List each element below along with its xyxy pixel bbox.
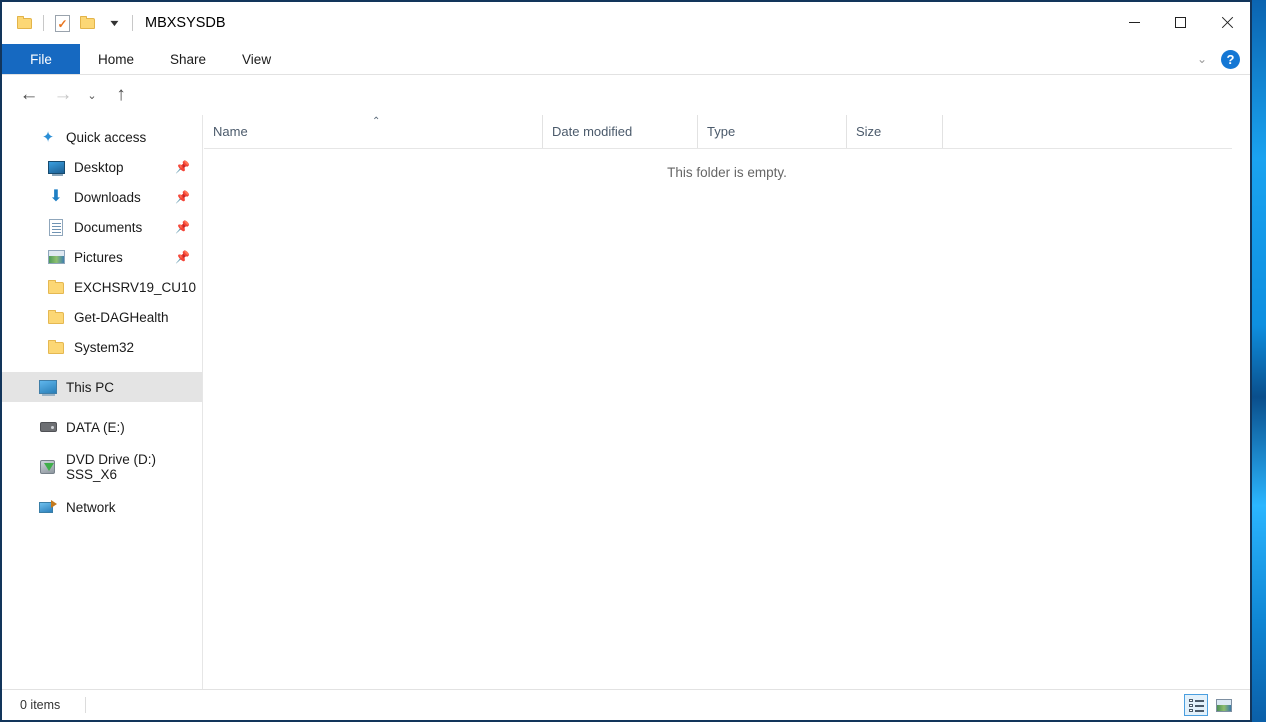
tab-home[interactable]: Home [80, 44, 152, 74]
tab-file[interactable]: File [2, 44, 80, 74]
sidebar-item-quick-access[interactable]: ✦ Quick access [2, 122, 202, 152]
qat-separator-1 [43, 15, 44, 31]
sidebar-item-this-pc[interactable]: This PC [2, 372, 202, 402]
star-icon: ✦ [41, 129, 55, 146]
downloads-icon: ⬇ [49, 188, 63, 205]
column-header-size[interactable]: Size [847, 115, 943, 148]
recent-locations-icon[interactable]: ⌄ [80, 78, 104, 112]
details-view-button[interactable] [1184, 694, 1208, 716]
ribbon-right-controls: ⌄ ? [1193, 44, 1246, 74]
column-headers: ⌃ Name Date modified Type Size [204, 115, 1250, 149]
details-view-icon [1188, 698, 1204, 712]
sidebar-item-dvd-drive-d[interactable]: DVD Drive (D:) SSS_X6 [2, 452, 202, 482]
sidebar-item-label: DVD Drive (D:) SSS_X6 [66, 452, 156, 482]
column-header-name[interactable]: ⌃ Name [204, 115, 543, 148]
column-label: Date modified [552, 124, 633, 139]
properties-icon[interactable]: ✓ [49, 10, 75, 36]
new-folder-icon[interactable] [75, 10, 101, 36]
sidebar-item-label: DATA (E:) [66, 419, 125, 435]
expand-ribbon-icon[interactable]: ⌄ [1193, 52, 1211, 66]
status-bar: 0 items [2, 689, 1250, 720]
sidebar-item-desktop[interactable]: Desktop 📌 [2, 152, 202, 182]
column-label: Size [856, 124, 882, 139]
sidebar-item-label: Pictures [74, 249, 123, 265]
this-pc-icon [38, 377, 58, 397]
navigation-buttons: ← → ⌄ ↑ [12, 75, 138, 115]
column-header-type[interactable]: Type [698, 115, 847, 148]
address-bar-row: ← → ⌄ ↑ E:\MBXSYSDB ⌄ ↻ Search MBXSYSDB … [2, 75, 1250, 186]
window-title: MBXSYSDB [145, 15, 226, 31]
folder-icon [46, 307, 66, 327]
explorer-body: ✦ Quick access Desktop 📌 ⬇ Downloads 📌 D… [2, 115, 1250, 690]
sidebar-item-label: Network [66, 499, 116, 515]
folder-icon[interactable] [12, 10, 38, 36]
sidebar-item-label: Desktop [74, 159, 124, 175]
pin-icon[interactable]: 📌 [175, 190, 190, 204]
minimize-icon[interactable] [1111, 2, 1157, 42]
chevron-down-icon[interactable]: ▼ [101, 10, 127, 36]
large-icons-view-button[interactable] [1212, 694, 1236, 716]
sidebar-gap-4 [2, 482, 202, 492]
ribbon-tab-bar: File Home Share View ⌄ ? [2, 44, 1250, 75]
pin-icon[interactable]: 📌 [175, 250, 190, 264]
dvd-drive-icon [38, 457, 58, 477]
pin-icon[interactable]: 📌 [175, 220, 190, 234]
network-icon [38, 497, 58, 517]
sidebar-gap-1 [2, 362, 202, 372]
tab-share[interactable]: Share [152, 44, 224, 74]
sidebar-item-documents[interactable]: Documents 📌 [2, 212, 202, 242]
view-buttons [1184, 690, 1236, 720]
sidebar-item-downloads[interactable]: ⬇ Downloads 📌 [2, 182, 202, 212]
sidebar-gap-3 [2, 442, 202, 452]
up-button[interactable]: ↑ [104, 78, 138, 112]
qat-separator-2 [132, 15, 133, 31]
folder-icon [46, 277, 66, 297]
column-header-date-modified[interactable]: Date modified [543, 115, 698, 148]
pin-icon[interactable]: 📌 [175, 160, 190, 174]
sidebar-item-data-e[interactable]: DATA (E:) [2, 412, 202, 442]
file-explorer-window: ✓ ▼ MBXSYSDB File Home Share View ⌄ ? ← … [0, 0, 1252, 722]
sidebar-item-label: System32 [74, 339, 135, 355]
item-count-label: 0 items [20, 698, 61, 712]
large-icons-view-icon [1216, 698, 1232, 712]
sidebar-item-get-daghealth[interactable]: Get-DAGHealth [2, 302, 202, 332]
sidebar-item-system32[interactable]: System32 [2, 332, 202, 362]
drive-icon [38, 417, 58, 437]
column-label: Type [707, 124, 736, 139]
sidebar-item-network[interactable]: Network [2, 492, 202, 522]
sidebar-item-exchsrv19-cu10[interactable]: EXCHSRV19_CU10 [2, 272, 202, 302]
folder-icon [46, 337, 66, 357]
window-controls [1111, 2, 1250, 42]
maximize-icon[interactable] [1157, 2, 1203, 42]
sidebar-item-label: This PC [66, 379, 115, 395]
file-list-pane[interactable]: ⌃ Name Date modified Type Size This fold… [204, 115, 1250, 690]
documents-icon [46, 217, 66, 237]
title-bar: ✓ ▼ MBXSYSDB [2, 2, 1250, 44]
desktop-icon [46, 157, 66, 177]
navigation-pane: ✦ Quick access Desktop 📌 ⬇ Downloads 📌 D… [2, 115, 203, 690]
back-button[interactable]: ← [12, 78, 46, 112]
sidebar-item-label: EXCHSRV19_CU10 [74, 279, 197, 295]
ribbon-tabs: File Home Share View [2, 44, 1250, 74]
sort-ascending-icon: ⌃ [372, 116, 381, 127]
sidebar-item-label: Get-DAGHealth [74, 309, 169, 325]
status-separator [85, 697, 86, 713]
sidebar-gap-2 [2, 402, 202, 412]
empty-folder-message: This folder is empty. [667, 165, 787, 180]
close-icon[interactable] [1203, 2, 1250, 42]
pictures-icon [46, 247, 66, 267]
sidebar-item-pictures[interactable]: Pictures 📌 [2, 242, 202, 272]
column-label: Name [213, 124, 248, 139]
sidebar-item-label: Documents [74, 219, 143, 235]
quick-access-toolbar: ✓ ▼ [12, 2, 138, 44]
help-icon[interactable]: ? [1221, 49, 1240, 69]
sidebar-item-label: Quick access [66, 129, 147, 145]
sidebar-item-label: Downloads [74, 189, 141, 205]
tab-view[interactable]: View [224, 44, 289, 74]
vertical-scrollbar[interactable] [1232, 115, 1250, 690]
forward-button[interactable]: → [46, 78, 80, 112]
